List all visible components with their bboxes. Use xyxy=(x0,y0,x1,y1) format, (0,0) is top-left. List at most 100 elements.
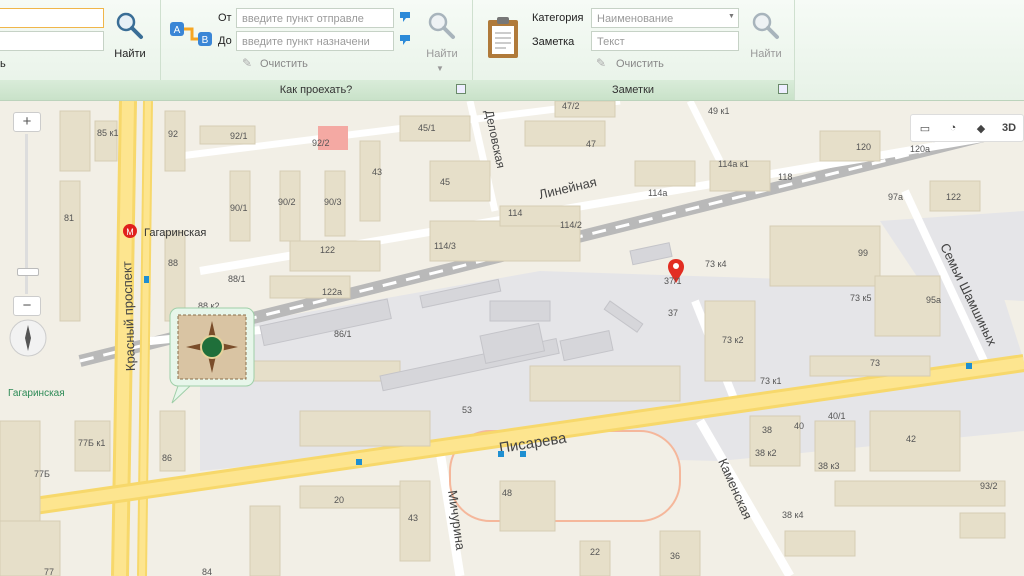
route-expand-icon[interactable] xyxy=(456,84,466,94)
route-search-icon[interactable] xyxy=(426,10,456,40)
building-label: 93/2 xyxy=(980,481,998,491)
building-label: 122а xyxy=(322,287,342,297)
search-group: ь Найти xyxy=(0,0,161,100)
route-ab-icon: A B xyxy=(170,22,212,46)
route-to-label: До xyxy=(218,35,232,47)
building-label: 77Б xyxy=(34,469,50,479)
building-label: 42 xyxy=(906,434,916,444)
compass-rose-icon[interactable] xyxy=(9,319,47,357)
notes-group-title: Заметки xyxy=(611,84,655,96)
building-label: 49 к1 xyxy=(708,106,729,116)
notes-expand-icon[interactable] xyxy=(778,84,788,94)
route-clear-icon: ✎ xyxy=(242,56,253,70)
route-to-input[interactable]: введите пункт назначени xyxy=(236,31,394,51)
building-label: 38 к3 xyxy=(818,461,839,471)
building-label: 118 xyxy=(778,172,792,182)
route-find-button[interactable]: Найти xyxy=(422,48,462,60)
building-label: 53 xyxy=(462,405,472,415)
building-label: 38 к2 xyxy=(755,448,776,458)
zoom-slider-handle[interactable] xyxy=(17,268,39,276)
metro-station-label: Гагаринская xyxy=(144,227,206,239)
building-label: 73 к1 xyxy=(760,376,781,386)
search-input-secondary[interactable] xyxy=(0,31,104,51)
ribbon-toolbar: ь Найти A B От До введите пункт отправле… xyxy=(0,0,1024,101)
route-group-title: Как проехать? xyxy=(279,84,353,96)
notes-find-button[interactable]: Найти xyxy=(746,48,786,60)
building-label: 45/1 xyxy=(418,123,436,133)
building-label: 114/2 xyxy=(560,220,582,230)
building-label: 77 xyxy=(44,567,54,576)
route-from-input[interactable]: введите пункт отправле xyxy=(236,8,394,28)
route-dropdown-arrow[interactable]: ▼ xyxy=(436,64,444,73)
building-label: 36 xyxy=(670,551,680,561)
layers-icon[interactable]: ◆ xyxy=(967,122,995,135)
building-label: 120 xyxy=(856,142,871,152)
building-label: 43 xyxy=(372,167,382,177)
zoom-out-button[interactable]: − xyxy=(13,296,41,316)
building-label: 120а xyxy=(910,144,930,154)
building-label: 88/1 xyxy=(228,274,246,284)
building-label: 48 xyxy=(502,488,512,498)
map-svg[interactable]: 85 к1 92 92/1 92/2 45/1 47 47/2 49 к1 11… xyxy=(0,101,1024,576)
notes-search-icon[interactable] xyxy=(750,10,780,40)
layer-switcher: ▭ ◔ ◆ 3D xyxy=(910,114,1024,142)
route-group: A B От До введите пункт отправле введите… xyxy=(160,0,473,100)
notes-group-strip: Заметки xyxy=(472,80,794,100)
metro-station-label-2: Гагаринская xyxy=(8,388,65,399)
search-group-strip xyxy=(0,80,160,100)
to-pin-icon[interactable] xyxy=(398,33,412,47)
building-label: 73 к4 xyxy=(705,259,726,269)
building-label: 47 xyxy=(586,139,596,149)
search-input[interactable] xyxy=(0,8,104,28)
building-label: 85 к1 xyxy=(97,128,118,138)
building-label: 114 xyxy=(508,208,522,218)
route-from-label: От xyxy=(218,12,232,24)
map-canvas[interactable]: 85 к1 92 92/1 92/2 45/1 47 47/2 49 к1 11… xyxy=(0,101,1024,576)
svg-text:B: B xyxy=(202,35,209,46)
metro-symbol: М xyxy=(126,227,134,237)
building-label: 99 xyxy=(858,248,868,258)
route-group-strip: Как проехать? xyxy=(160,80,472,100)
zoom-in-button[interactable]: + xyxy=(13,112,41,132)
from-pin-icon[interactable] xyxy=(398,10,412,24)
ruler-icon[interactable]: ▭ xyxy=(911,122,939,135)
building-label: 73 xyxy=(870,358,880,368)
building-label: 40/1 xyxy=(828,411,846,421)
category-select[interactable]: Наименование xyxy=(591,8,739,28)
search-icon[interactable] xyxy=(114,10,144,40)
category-label: Категория xyxy=(532,12,584,24)
note-label: Заметка xyxy=(532,36,575,48)
search-find-button[interactable]: Найти xyxy=(110,48,150,60)
route-clear-button[interactable]: Очистить xyxy=(260,58,308,70)
notes-clear-button[interactable]: Очистить xyxy=(616,58,664,70)
notes-group: Категория Заметка Наименование ▼ Текст ✎… xyxy=(472,0,795,100)
pin-building-label: 37/1 xyxy=(664,276,682,286)
building-label: 43 xyxy=(408,513,418,523)
building-label: 122 xyxy=(320,245,335,255)
building-label: 88 xyxy=(168,258,178,268)
layer-3d-button[interactable]: 3D xyxy=(995,122,1023,134)
building-label: 40 xyxy=(794,421,804,431)
building-label: 90/2 xyxy=(278,197,296,207)
building-label: 122 xyxy=(946,192,961,202)
building-label: 86 xyxy=(162,453,172,463)
building-label: 38 xyxy=(762,425,772,435)
building-label: 73 к5 xyxy=(850,293,871,303)
building-label: 38 к4 xyxy=(782,510,803,520)
building-label: 45 xyxy=(440,177,450,187)
building-label: 92/2 xyxy=(312,138,330,148)
building-label: 77Б к1 xyxy=(78,438,105,448)
building-label: 47/2 xyxy=(562,101,580,111)
building-label: 37 xyxy=(668,308,678,318)
building-label: 95а xyxy=(926,295,941,305)
building-label: 86/1 xyxy=(334,329,352,339)
note-input[interactable]: Текст xyxy=(591,31,739,51)
building-label: 114а к1 xyxy=(718,159,749,169)
building-label: 90/3 xyxy=(324,197,342,207)
building-label: 20 xyxy=(334,495,344,505)
zoom-control: + − xyxy=(13,108,41,318)
category-chevron-down-icon[interactable]: ▼ xyxy=(728,13,735,20)
clipboard-icon xyxy=(488,17,518,58)
traffic-icon[interactable]: ◔ xyxy=(939,122,967,134)
svg-text:Гагаринская: Гагаринская xyxy=(8,388,65,399)
